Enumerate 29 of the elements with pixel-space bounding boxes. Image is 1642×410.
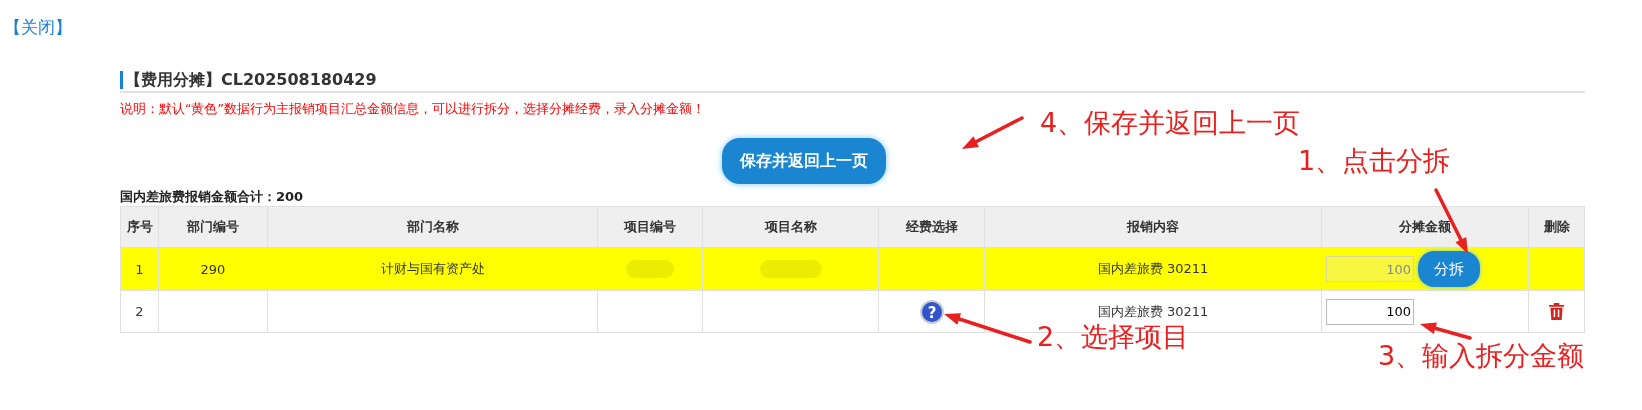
annotation-text: 4、保存并返回上一页 [1040, 108, 1301, 138]
amount-field[interactable]: 100 [1326, 256, 1414, 282]
amount-field[interactable]: 100 [1326, 298, 1414, 325]
column-header: 删除 [1528, 206, 1585, 248]
column-header: 报销内容 [984, 206, 1322, 248]
section-title: 【费用分摊】CL202508180429 [120, 71, 377, 89]
column-header: 序号 [120, 206, 159, 248]
instruction-note: 说明：默认“黄色”数据行为主报销项目汇总金额信息，可以进行拆分，选择分摊经费，录入分摊金额！ [120, 101, 706, 118]
help-icon[interactable]: ? [918, 298, 945, 325]
total-label: 国内差旅费报销金额合计：200 [120, 188, 305, 206]
table-cell: 计财与国有资产处 [267, 247, 598, 291]
split-button[interactable]: 分拆 [1418, 251, 1480, 287]
close-link[interactable]: 【关闭】 [4, 16, 72, 39]
column-header: 经费选择 [878, 206, 985, 248]
column-header: 部门名称 [267, 206, 598, 248]
table-cell: 国内差旅费 30211 [984, 247, 1322, 291]
column-header: 项目名称 [702, 206, 879, 248]
table-cell: 1 [120, 247, 159, 291]
annotation-arrow [962, 116, 1024, 149]
annotation-text: 1、点击分拆 [1298, 146, 1451, 176]
table-cell: 2 [120, 290, 159, 333]
table-cell: 290 [158, 247, 268, 291]
trash-icon[interactable] [1549, 303, 1564, 320]
column-header: 分摊金额 [1321, 206, 1529, 248]
save-button[interactable]: 保存并返回上一页 [722, 138, 886, 184]
column-header: 项目编号 [597, 206, 703, 248]
annotation-text: 3、输入拆分金额 [1378, 341, 1585, 371]
annotation-arrow [1420, 322, 1472, 340]
column-header: 部门编号 [158, 206, 268, 248]
